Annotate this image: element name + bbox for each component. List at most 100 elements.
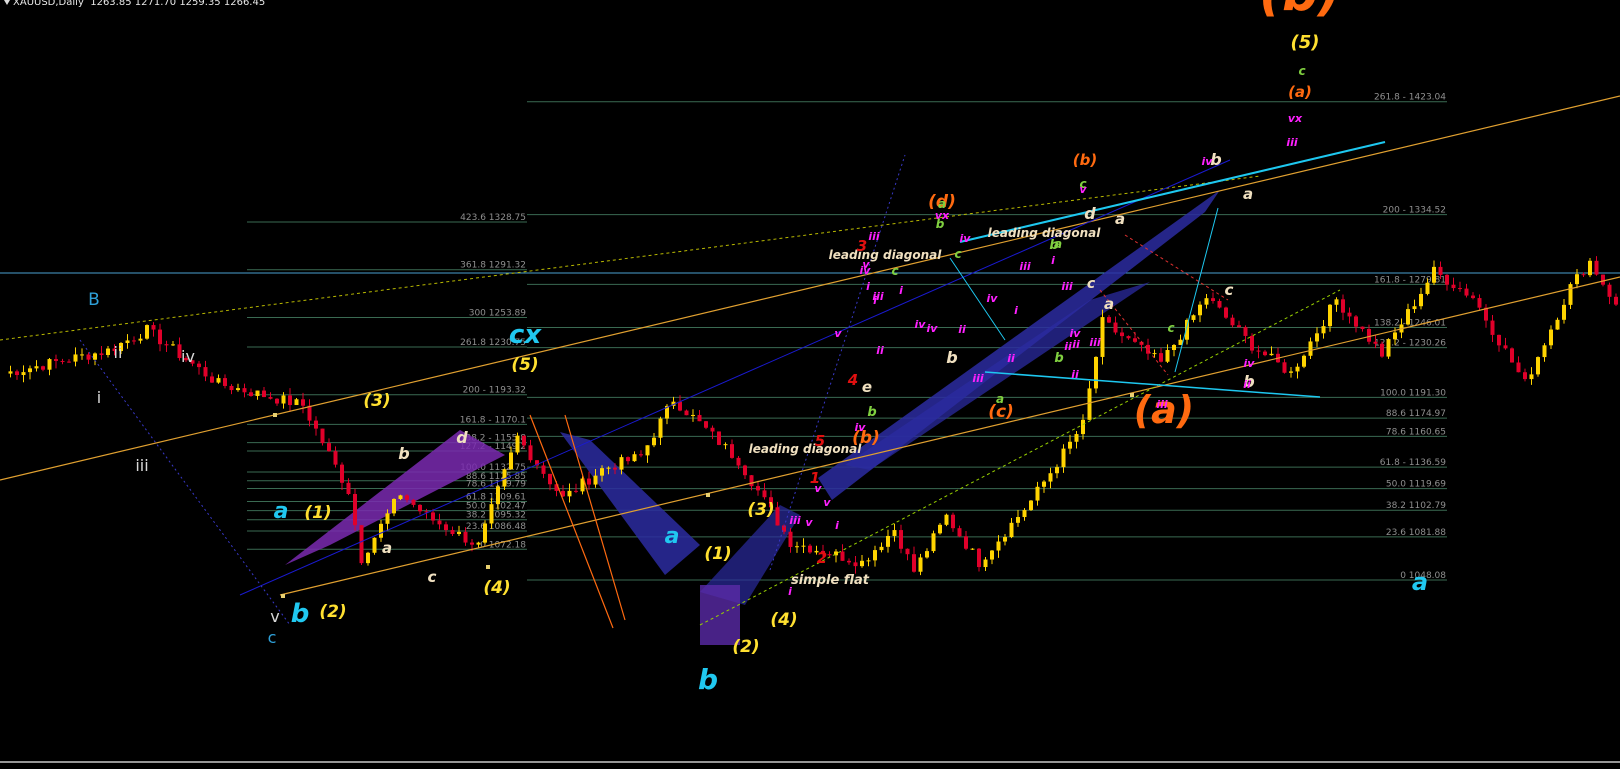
- wave-label: a: [1412, 568, 1428, 596]
- wave-label: d: [1084, 204, 1096, 223]
- candle-body: [951, 514, 955, 529]
- candle-body: [1029, 500, 1033, 511]
- candle-body: [1308, 341, 1313, 356]
- wave-label: i: [97, 388, 101, 407]
- candle-body: [957, 528, 962, 537]
- price-chart[interactable]: 261.8 - 1423.04 200 - 1334.52 161.8 - 1279…: [0, 0, 1620, 769]
- candle-body: [1536, 357, 1540, 375]
- chart-canvas[interactable]: 261.8 - 1423.04200 - 1334.52161.8 - 1279…: [0, 0, 1620, 769]
- candle-body: [743, 465, 747, 476]
- wave-label: (b): [1073, 151, 1097, 169]
- candle-body: [860, 560, 864, 567]
- candle-body: [1237, 325, 1241, 328]
- candle-body: [489, 504, 494, 524]
- candle-body: [697, 414, 702, 422]
- candle-body: [723, 444, 728, 446]
- wave-label: iv: [1244, 357, 1256, 370]
- candle-body: [1315, 333, 1319, 342]
- candle-body: [1198, 304, 1202, 316]
- wave-label: c: [1167, 321, 1174, 335]
- candle-body: [60, 360, 65, 362]
- candle-body: [262, 390, 266, 398]
- wave-label: i: [866, 280, 870, 293]
- candle-body: [210, 376, 214, 383]
- wave-label: d: [456, 428, 468, 447]
- wave-label: iv: [855, 421, 867, 434]
- candle-body: [899, 530, 903, 549]
- candle-body: [606, 467, 611, 469]
- candle-body: [1250, 335, 1254, 351]
- purple-box-bottom: [700, 585, 740, 645]
- candle-body: [327, 443, 331, 452]
- fib-level-label: 88.6 1174.97: [1386, 409, 1446, 419]
- candle-body: [840, 551, 845, 561]
- marker-dot: [706, 493, 710, 497]
- wave-label: iv: [181, 347, 195, 366]
- candle-body: [1068, 441, 1072, 449]
- candle-body: [353, 493, 357, 526]
- candle-body: [515, 435, 520, 453]
- wave-label: (5): [1291, 32, 1320, 53]
- wave-label: a: [1104, 295, 1114, 313]
- candle-body: [918, 557, 923, 572]
- wave-label: b: [936, 217, 945, 231]
- wave-label: i: [1014, 304, 1018, 317]
- wave-label: v: [834, 327, 842, 340]
- candle-body: [678, 401, 682, 411]
- candle-body: [307, 405, 312, 421]
- wave-label: (1): [304, 503, 331, 523]
- wave-label: (3): [363, 391, 390, 411]
- candle-body: [216, 378, 221, 383]
- candle-body: [1607, 284, 1612, 297]
- candle-body: [1061, 448, 1066, 468]
- wave-label: c: [891, 264, 898, 278]
- candle-body: [1302, 355, 1306, 367]
- candle-body: [1360, 326, 1365, 330]
- candle-body: [548, 473, 552, 485]
- wave-label: c: [428, 568, 437, 586]
- wave-label: 2: [817, 549, 827, 567]
- candle-body: [203, 367, 208, 377]
- candle-body: [346, 482, 351, 494]
- candle-body: [1022, 510, 1027, 518]
- fib-level-label: 78.6 1160.65: [1386, 427, 1446, 437]
- wave-label: ii: [1072, 338, 1080, 351]
- candle-body: [1094, 356, 1098, 389]
- wave-label: (3): [747, 500, 774, 520]
- fib-level-label: 23.6 1081.88: [1386, 528, 1446, 538]
- candle-body: [710, 427, 715, 432]
- wave-label: v: [270, 607, 279, 626]
- candle-body: [1555, 319, 1560, 330]
- candle-body: [8, 371, 13, 374]
- candle-body: [788, 531, 793, 547]
- candle-body: [977, 548, 981, 568]
- wave-label: b: [291, 599, 310, 629]
- wave-label: a: [274, 499, 289, 524]
- candle-body: [1354, 316, 1358, 327]
- wave-label: i: [873, 294, 877, 307]
- candle-body: [1367, 329, 1371, 342]
- candle-body: [1230, 317, 1235, 326]
- dropdown-triangle-icon[interactable]: [4, 0, 10, 5]
- candle-body: [1016, 517, 1020, 523]
- candle-body: [1471, 295, 1475, 299]
- candle-body: [567, 490, 572, 497]
- candle-body: [223, 378, 227, 386]
- candle-body: [756, 486, 760, 491]
- candle-body: [73, 354, 78, 362]
- wave-label: (b): [1259, 0, 1341, 22]
- candle-body: [138, 338, 143, 341]
- wave-label: c: [1298, 64, 1305, 78]
- candle-body: [333, 451, 338, 465]
- wave-label: i: [899, 284, 903, 297]
- candle-body: [996, 541, 1001, 551]
- candle-body: [1289, 371, 1293, 373]
- wave-label: 3: [857, 237, 867, 255]
- marker-dot: [273, 413, 277, 417]
- candle-body: [463, 531, 468, 543]
- wave-label: ii: [958, 323, 966, 336]
- candle-body: [314, 420, 318, 429]
- candle-body: [925, 551, 929, 558]
- candle-body: [1256, 350, 1261, 352]
- candle-body: [411, 499, 416, 505]
